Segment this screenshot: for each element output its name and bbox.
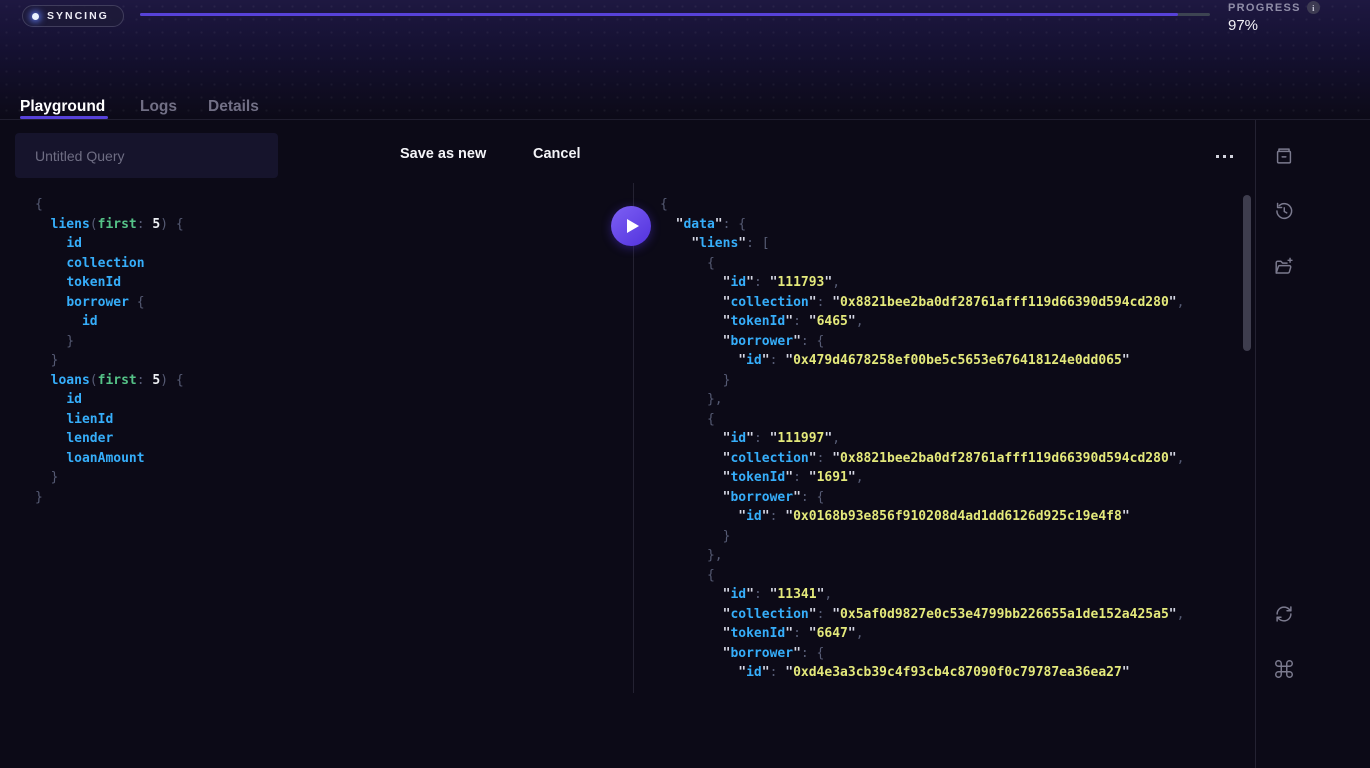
- progress-value: 97%: [1228, 17, 1320, 34]
- new-folder-icon[interactable]: [1266, 249, 1302, 285]
- query-editor-panel[interactable]: { liens(first: 5) { id collection tokenI…: [0, 183, 633, 693]
- progress-label: PROGRESS: [1228, 2, 1301, 14]
- more-options-button[interactable]: [1207, 144, 1241, 168]
- query-name-input[interactable]: [15, 133, 278, 178]
- refresh-icon[interactable]: [1266, 596, 1302, 632]
- response-panel[interactable]: { "data": { "liens": [ { "id": "111793",…: [634, 183, 1243, 693]
- cancel-button[interactable]: Cancel: [533, 146, 581, 162]
- response-scrollbar-thumb[interactable]: [1243, 195, 1251, 351]
- query-code[interactable]: { liens(first: 5) { id collection tokenI…: [35, 195, 184, 507]
- tab-details[interactable]: Details: [208, 98, 259, 116]
- sync-progress-fill: [140, 13, 1178, 16]
- sync-progress-bar: [140, 13, 1210, 16]
- sync-status-label: SYNCING: [47, 10, 109, 22]
- tabs-divider: [0, 119, 1370, 120]
- header-band: [0, 0, 1370, 120]
- shortcuts-icon[interactable]: [1266, 651, 1302, 687]
- tab-logs[interactable]: Logs: [140, 98, 177, 116]
- history-icon[interactable]: [1266, 193, 1302, 229]
- response-json: { "data": { "liens": [ { "id": "111793",…: [660, 195, 1184, 683]
- run-query-button[interactable]: [611, 206, 651, 246]
- docs-icon[interactable]: [1266, 138, 1302, 174]
- sync-status-dot-icon: [32, 13, 39, 20]
- save-as-new-button[interactable]: Save as new: [400, 146, 486, 162]
- tab-playground[interactable]: Playground: [20, 98, 105, 116]
- sidebar-divider: [1255, 120, 1256, 768]
- info-icon[interactable]: i: [1307, 1, 1320, 14]
- sync-status-badge: SYNCING: [22, 5, 124, 27]
- play-icon: [627, 219, 639, 233]
